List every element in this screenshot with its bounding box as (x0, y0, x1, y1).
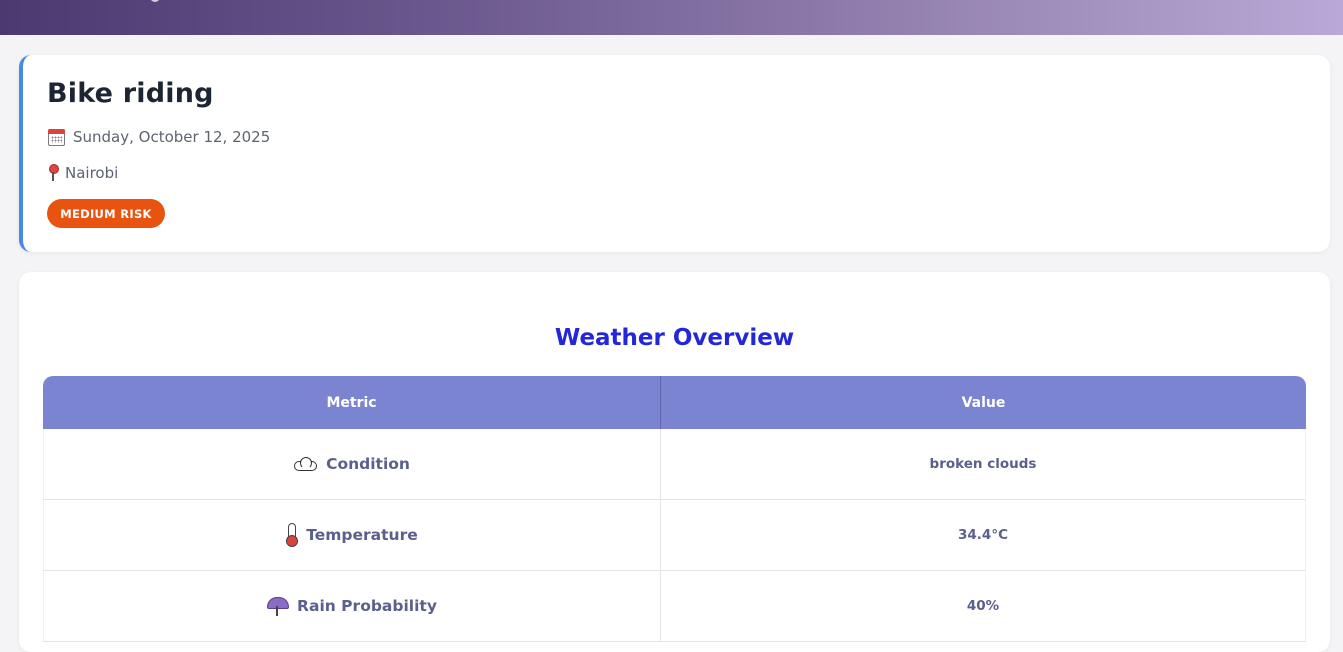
event-date-row: Sunday, October 12, 2025 (48, 128, 270, 146)
thermometer-icon (286, 523, 299, 547)
calendar-icon (48, 128, 65, 146)
event-location: Nairobi (65, 164, 119, 182)
metric-cell: Condition (44, 429, 662, 499)
metric-label: Rain Probability (297, 597, 437, 615)
table-row: Condition broken clouds (43, 429, 1306, 500)
event-card: Bike riding Sunday, October 12, 2025 Nai… (19, 55, 1330, 252)
value-cell: broken clouds (929, 456, 1037, 472)
table-header-row: Metric Value (43, 376, 1306, 429)
metric-cell: Temperature (44, 500, 662, 570)
top-header-bar (0, 0, 1343, 35)
event-title: Bike riding (47, 78, 214, 109)
column-header-metric[interactable]: Metric (43, 376, 661, 429)
weather-overview-title: Weather Overview (554, 325, 795, 351)
weather-overview-card: Weather Overview Metric Value Condition … (19, 272, 1330, 652)
value-cell: 40% (966, 598, 1000, 614)
risk-badge: MEDIUM RISK (47, 199, 165, 228)
column-header-value[interactable]: Value (661, 376, 1306, 429)
weather-table: Metric Value Condition broken clouds Tem… (43, 376, 1306, 642)
value-cell: 34.4°C (958, 527, 1008, 543)
umbrella-rain-icon (267, 595, 290, 617)
cloud-icon (294, 457, 318, 471)
table-row: Rain Probability 40% (43, 571, 1306, 642)
header-text-fragment (150, 0, 160, 2)
metric-label: Temperature (306, 526, 418, 544)
event-date: Sunday, October 12, 2025 (73, 128, 271, 146)
metric-label: Condition (326, 455, 410, 473)
metric-cell: Rain Probability (44, 571, 662, 641)
event-location-row: Nairobi (48, 164, 118, 182)
location-pin-icon (48, 164, 59, 182)
table-row: Temperature 34.4°C (43, 500, 1306, 571)
